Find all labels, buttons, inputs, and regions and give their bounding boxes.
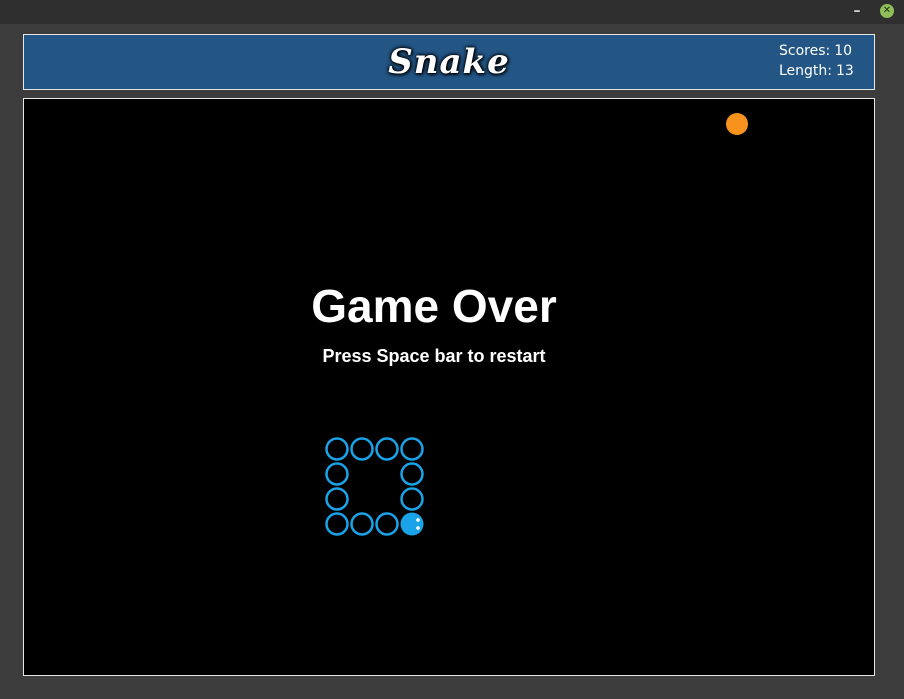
snake-segment: [325, 487, 349, 511]
scores-label: Scores:: [779, 43, 831, 59]
snake-segment: [400, 462, 424, 486]
stats-panel: Scores: 10 Length: 13: [779, 41, 854, 81]
snake-segment: [375, 512, 399, 536]
food-pellet: [726, 113, 748, 135]
snake-segment: [375, 437, 399, 461]
length-row: Length: 13: [779, 61, 854, 81]
snake-segment: [325, 462, 349, 486]
game-logo: Snake: [388, 42, 510, 82]
snake-segment: [325, 437, 349, 461]
window-titlebar: – ✕: [0, 0, 904, 24]
snake-segment: [400, 487, 424, 511]
snake-eye: [416, 526, 420, 530]
minimize-button[interactable]: –: [850, 2, 864, 20]
length-label: Length:: [779, 63, 833, 79]
board-canvas: [325, 113, 748, 536]
snake-segment: [325, 512, 349, 536]
snake-segment: [350, 512, 374, 536]
scores-value: 10: [834, 43, 853, 59]
length-value: 13: [836, 63, 854, 79]
snake-segment: [400, 437, 424, 461]
game-board[interactable]: Game Over Press Space bar to restart: [23, 98, 875, 676]
game-header: Snake Scores: 10 Length: 13: [23, 34, 875, 90]
scores-row: Scores: 10: [779, 41, 854, 61]
game-over-title: Game Over: [311, 280, 557, 332]
snake-head: [400, 512, 424, 536]
restart-instruction: Press Space bar to restart: [322, 346, 546, 366]
snake-segment: [350, 437, 374, 461]
snake-eye: [416, 518, 420, 522]
close-button[interactable]: ✕: [880, 4, 894, 18]
